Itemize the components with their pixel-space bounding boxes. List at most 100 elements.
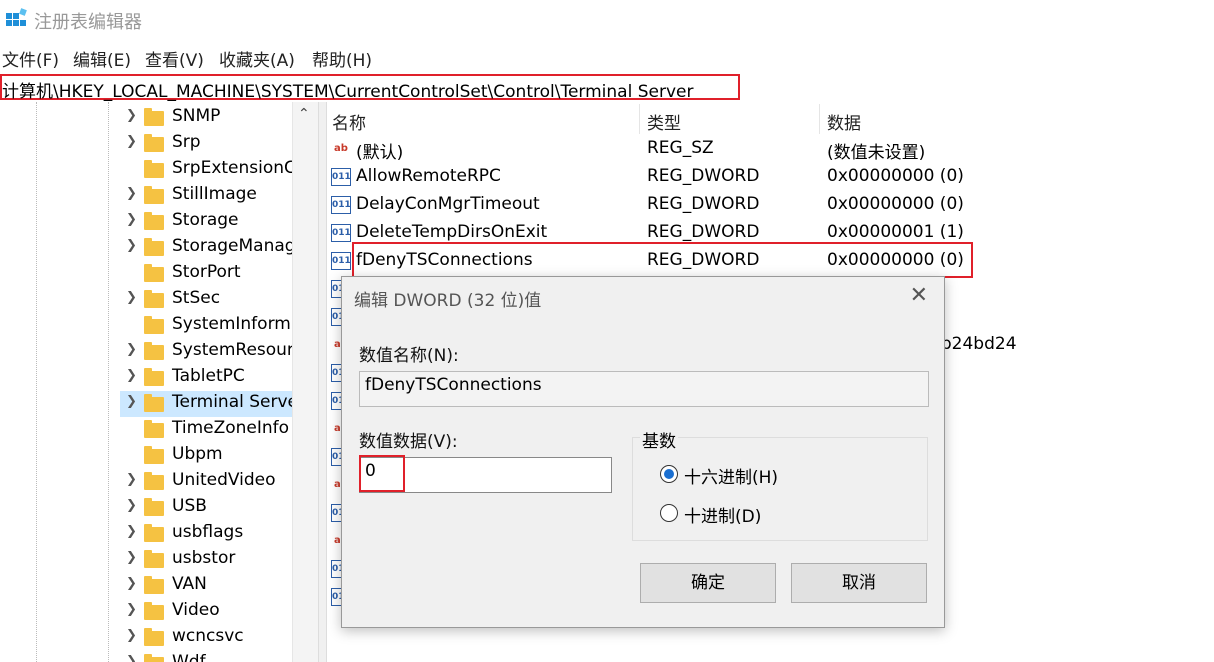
tree-item[interactable]: Ubpm <box>120 443 292 469</box>
tree-item-label: usbstor <box>172 548 236 568</box>
chevron-right-icon[interactable]: ❯ <box>126 628 137 643</box>
tree-item[interactable]: ❯ SystemResour <box>120 339 294 365</box>
binary-value-icon: 011 <box>331 168 351 186</box>
tree-item[interactable]: ❯ usbstor <box>120 547 292 573</box>
tree-guide-line <box>36 102 37 662</box>
chevron-right-icon[interactable]: ❯ <box>126 524 137 539</box>
column-header-type[interactable]: 类型 <box>647 109 681 134</box>
decimal-radio[interactable] <box>660 504 678 522</box>
folder-icon <box>144 212 164 230</box>
base-group-label: 基数 <box>640 427 678 452</box>
address-bar[interactable]: 计算机\HKEY_LOCAL_MACHINE\SYSTEM\CurrentCon… <box>0 74 740 102</box>
tree-item-label: StorPort <box>172 262 241 282</box>
tree-item-label: VAN <box>172 574 207 594</box>
scroll-up-icon[interactable]: ⌃ <box>298 106 310 122</box>
folder-icon <box>144 628 164 646</box>
tree-item[interactable]: SrpExtensionC <box>120 157 296 183</box>
tree-item[interactable]: ❯ VAN <box>120 573 292 599</box>
tree-item[interactable]: ❯ UnitedVideo <box>120 469 292 495</box>
value-data: (数值未设置) <box>827 143 926 163</box>
folder-icon <box>144 368 164 386</box>
tree-item[interactable]: ❯ wcncsvc <box>120 625 292 651</box>
column-divider[interactable] <box>819 104 820 134</box>
chevron-right-icon[interactable]: ❯ <box>126 550 137 565</box>
tree-item-label: SystemInform <box>172 314 291 334</box>
binary-value-icon: 011 <box>331 196 351 214</box>
tree-item[interactable]: StorPort <box>120 261 292 287</box>
value-row[interactable]: 011 AllowRemoteRPC REG_DWORD 0x00000000 (0) <box>326 163 1214 191</box>
tree-item-label: Terminal Serve <box>172 392 299 412</box>
tree-item[interactable]: ❯ StillImage <box>120 183 292 209</box>
folder-icon <box>144 290 164 308</box>
chevron-right-icon[interactable]: ❯ <box>126 290 137 305</box>
ok-button[interactable]: 确定 <box>640 563 776 603</box>
decimal-radio-label[interactable]: 十进制(D) <box>684 502 761 527</box>
chevron-right-icon[interactable]: ❯ <box>126 472 137 487</box>
menu-file[interactable]: 文件(F) <box>2 46 59 71</box>
tree-item[interactable]: ❯ Storage <box>120 209 292 235</box>
tree-item-label: SystemResour <box>172 340 294 360</box>
tree-item-label: USB <box>172 496 207 516</box>
chevron-right-icon[interactable]: ❯ <box>126 212 137 227</box>
chevron-right-icon[interactable]: ❯ <box>126 108 137 123</box>
cancel-button[interactable]: 取消 <box>791 563 927 603</box>
value-name-field: fDenyTSConnections <box>359 371 929 407</box>
value-row[interactable]: 011 DelayConMgrTimeout REG_DWORD 0x00000000… <box>326 191 1214 219</box>
column-header-data[interactable]: 数据 <box>827 109 861 134</box>
menu-edit[interactable]: 编辑(E) <box>73 46 131 71</box>
hex-radio[interactable] <box>660 465 678 483</box>
dialog-title: 编辑 DWORD (32 位)值 <box>354 291 542 311</box>
menu-view[interactable]: 查看(V) <box>145 46 204 71</box>
tree-item[interactable]: ❯ StorageManag <box>120 235 296 261</box>
folder-icon <box>144 134 164 152</box>
hex-radio-label[interactable]: 十六进制(H) <box>684 463 778 488</box>
binary-value-icon: 011 <box>331 252 351 270</box>
chevron-right-icon[interactable]: ❯ <box>126 368 137 383</box>
chevron-right-icon[interactable]: ❯ <box>126 342 137 357</box>
folder-icon <box>144 602 164 620</box>
folder-icon <box>144 342 164 360</box>
tree-item[interactable]: TimeZoneInfo <box>120 417 292 443</box>
chevron-right-icon[interactable]: ❯ <box>126 654 137 662</box>
tree-item-label: StSec <box>172 288 221 308</box>
menu-favorites[interactable]: 收藏夹(A) <box>219 46 295 71</box>
chevron-right-icon[interactable]: ❯ <box>126 238 137 253</box>
value-type: REG_DWORD <box>647 194 760 214</box>
tree-item[interactable]: ❯ Srp <box>120 131 292 157</box>
folder-icon <box>144 420 164 438</box>
tree-item[interactable]: ❯ USB <box>120 495 292 521</box>
tree-item[interactable]: ❯ TabletPC <box>120 365 292 391</box>
chevron-right-icon[interactable]: ❯ <box>126 498 137 513</box>
folder-icon <box>144 316 164 334</box>
tree-item[interactable]: ❯ Wdf <box>120 651 292 662</box>
menu-help[interactable]: 帮助(H) <box>312 46 372 71</box>
base-group <box>632 437 928 541</box>
column-header-name[interactable]: 名称 <box>332 109 366 134</box>
value-row[interactable]: ab (默认) REG_SZ (数值未设置) <box>326 135 1214 163</box>
tree-item[interactable]: ❯ StSec <box>120 287 292 313</box>
value-name: (默认) <box>356 143 404 163</box>
folder-icon <box>144 550 164 568</box>
tree-item-label: StorageManag <box>172 236 296 256</box>
chevron-right-icon[interactable]: ❯ <box>126 134 137 149</box>
edit-dword-dialog: 编辑 DWORD (32 位)值 ✕ 数值名称(N): fDenyTSConne… <box>341 276 945 628</box>
value-type: REG_DWORD <box>647 222 760 242</box>
chevron-right-icon[interactable]: ❯ <box>126 602 137 617</box>
annotation-highlight-data <box>359 455 405 492</box>
value-type: REG_SZ <box>647 138 714 158</box>
tree-item[interactable]: ❯ usbflags <box>120 521 292 547</box>
chevron-right-icon[interactable]: ❯ <box>126 186 137 201</box>
tree-item[interactable]: ❯ SNMP <box>120 105 292 131</box>
chevron-right-icon[interactable]: ❯ <box>126 394 137 409</box>
tree-item[interactable]: SystemInform <box>120 313 292 339</box>
tree-item[interactable]: ❯ Video <box>120 599 292 625</box>
value-list-header: 名称 类型 数据 <box>326 104 1214 134</box>
string-value-icon: ab <box>334 143 348 154</box>
folder-icon <box>144 654 164 662</box>
chevron-right-icon[interactable]: ❯ <box>126 576 137 591</box>
tree-item[interactable]: ❯ Terminal Serve <box>120 391 298 417</box>
column-divider[interactable] <box>639 104 640 134</box>
close-icon[interactable]: ✕ <box>910 283 928 308</box>
tree-item-label: Video <box>172 600 220 620</box>
tree-scrollbar[interactable]: ⌃ <box>292 102 319 662</box>
